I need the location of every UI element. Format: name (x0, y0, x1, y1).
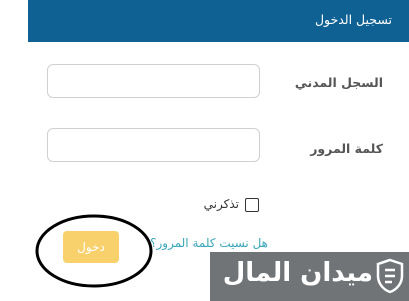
shield-logo-icon (376, 258, 404, 294)
civil-id-label: السجل المدني (294, 75, 383, 90)
remember-me-label: تذكرني (203, 197, 239, 211)
page-title: تسجيل الدخول (314, 12, 392, 27)
civil-id-input[interactable] (47, 64, 260, 98)
login-header: تسجيل الدخول (28, 0, 409, 42)
watermark: ميدان المال (210, 252, 409, 301)
password-input[interactable] (47, 128, 260, 162)
remember-me-checkbox[interactable] (245, 198, 259, 212)
login-button[interactable]: دخول (63, 231, 119, 263)
page-margin (0, 42, 28, 301)
password-label: كلمة المرور (310, 141, 383, 156)
watermark-text: ميدان المال (222, 258, 373, 288)
forgot-password-link[interactable]: هل نسيت كلمة المرور؟ (150, 236, 268, 250)
